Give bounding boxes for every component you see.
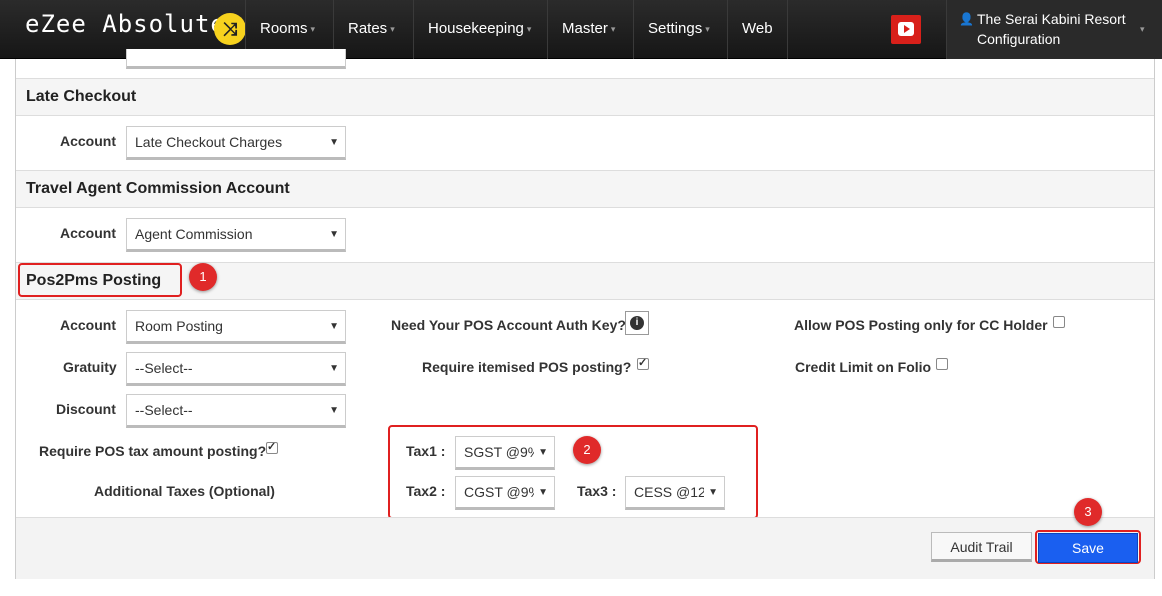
chevron-down-icon: ▼ [538, 447, 548, 458]
nav-housekeeping-label: Housekeeping [428, 20, 524, 37]
discount-value: --Select-- [135, 402, 193, 418]
chevron-down-icon: ▼ [708, 487, 718, 498]
tax2-select[interactable]: CGST @9% ▼ [455, 476, 555, 510]
late-checkout-account-value: Late Checkout Charges [135, 134, 283, 150]
gratuity-label: Gratuity [63, 359, 117, 375]
annotation-badge-1: 1 [189, 263, 217, 291]
require-tax-checkbox[interactable] [266, 440, 278, 454]
chevron-down-icon: ▾ [310, 24, 316, 35]
chevron-down-icon: ▾ [705, 24, 710, 35]
nav-settings-label: Settings [648, 20, 703, 37]
nav-master-label: Master [562, 20, 608, 37]
user-menu-subtitle: Configuration [977, 31, 1061, 47]
info-icon: i [630, 316, 644, 330]
pos-account-label: Account [60, 317, 116, 333]
tax1-value: SGST @9% [464, 444, 534, 460]
itemised-checkbox[interactable] [637, 356, 649, 370]
gratuity-select[interactable]: --Select-- ▼ [126, 352, 346, 386]
audit-trail-button[interactable]: Audit Trail [931, 532, 1032, 562]
credit-limit-label: Credit Limit on Folio [795, 359, 932, 375]
property-name: The Serai Kabini Resort [977, 11, 1126, 27]
pos-account-value: Room Posting [135, 318, 223, 334]
annotation-badge-2: 2 [573, 436, 601, 464]
user-icon: 👤 [959, 12, 974, 26]
tax3-value: CESS @12% [634, 484, 704, 500]
nav-housekeeping[interactable]: Housekeeping ▾ [413, 0, 545, 59]
tax2-label: Tax2 : [406, 483, 446, 499]
gratuity-value: --Select-- [135, 360, 193, 376]
chevron-down-icon: ▼ [329, 137, 339, 148]
save-button[interactable]: Save [1038, 533, 1138, 563]
shuffle-icon: ⤨ [214, 13, 246, 45]
nav-master[interactable]: Master ▾ [547, 0, 629, 59]
itemised-label: Require itemised POS posting? [422, 359, 632, 375]
chevron-down-icon: ▾ [1140, 24, 1145, 34]
annotation-badge-3: 3 [1074, 498, 1102, 526]
late-checkout-account-label: Account [60, 133, 116, 149]
travel-agent-account-select[interactable]: Agent Commission ▼ [126, 218, 346, 252]
highlight-box-1 [18, 263, 182, 297]
youtube-icon[interactable] [891, 15, 921, 44]
require-tax-label: Require POS tax amount posting? [39, 443, 267, 459]
tax3-label: Tax3 : [577, 483, 617, 499]
chevron-down-icon: ▼ [538, 487, 548, 498]
nav-web[interactable]: Web [727, 0, 788, 59]
chevron-down-icon: ▼ [329, 405, 339, 416]
late-checkout-heading: Late Checkout [16, 78, 1154, 116]
tax2-value: CGST @9% [464, 484, 534, 500]
previous-account-select[interactable] [126, 49, 346, 69]
additional-taxes-label: Additional Taxes (Optional) [94, 483, 275, 499]
tax1-select[interactable]: SGST @9% ▼ [455, 436, 555, 470]
chevron-down-icon: ▼ [329, 321, 339, 332]
tax1-label: Tax1 : [406, 443, 446, 459]
pos-account-select[interactable]: Room Posting ▼ [126, 310, 346, 344]
travel-agent-account-label: Account [60, 225, 116, 241]
nav-rates-label: Rates [348, 20, 388, 37]
tax3-select[interactable]: CESS @12% ▼ [625, 476, 725, 510]
cc-holder-checkbox[interactable] [1053, 316, 1065, 328]
travel-agent-account-value: Agent Commission [135, 226, 253, 242]
nav-rooms-label: Rooms [260, 20, 308, 37]
auth-key-label: Need Your POS Account Auth Key? [391, 317, 626, 333]
chevron-down-icon: ▼ [329, 229, 339, 240]
configuration-panel: Late Checkout Account Late Checkout Char… [15, 49, 1155, 579]
chevron-down-icon: ▾ [610, 24, 616, 35]
nav-settings[interactable]: Settings ▾ [633, 0, 724, 59]
chevron-down-icon: ▼ [329, 363, 339, 374]
discount-label: Discount [56, 401, 116, 417]
chevron-down-icon: ▾ [390, 24, 395, 35]
user-menu[interactable]: 👤 The Serai Kabini Resort Configuration … [946, 0, 1162, 59]
nav-web-label: Web [742, 20, 773, 37]
info-button[interactable]: i [625, 311, 649, 335]
credit-limit-checkbox[interactable] [936, 358, 948, 370]
late-checkout-account-select[interactable]: Late Checkout Charges ▼ [126, 126, 346, 160]
brand-name[interactable]: eZee Absolute [25, 10, 226, 38]
cc-holder-label: Allow POS Posting only for CC Holder [794, 317, 1048, 333]
discount-select[interactable]: --Select-- ▼ [126, 394, 346, 428]
travel-agent-heading: Travel Agent Commission Account [16, 170, 1154, 208]
pos2pms-heading: Pos2Pms Posting [16, 262, 1154, 300]
chevron-down-icon: ▾ [526, 24, 532, 35]
